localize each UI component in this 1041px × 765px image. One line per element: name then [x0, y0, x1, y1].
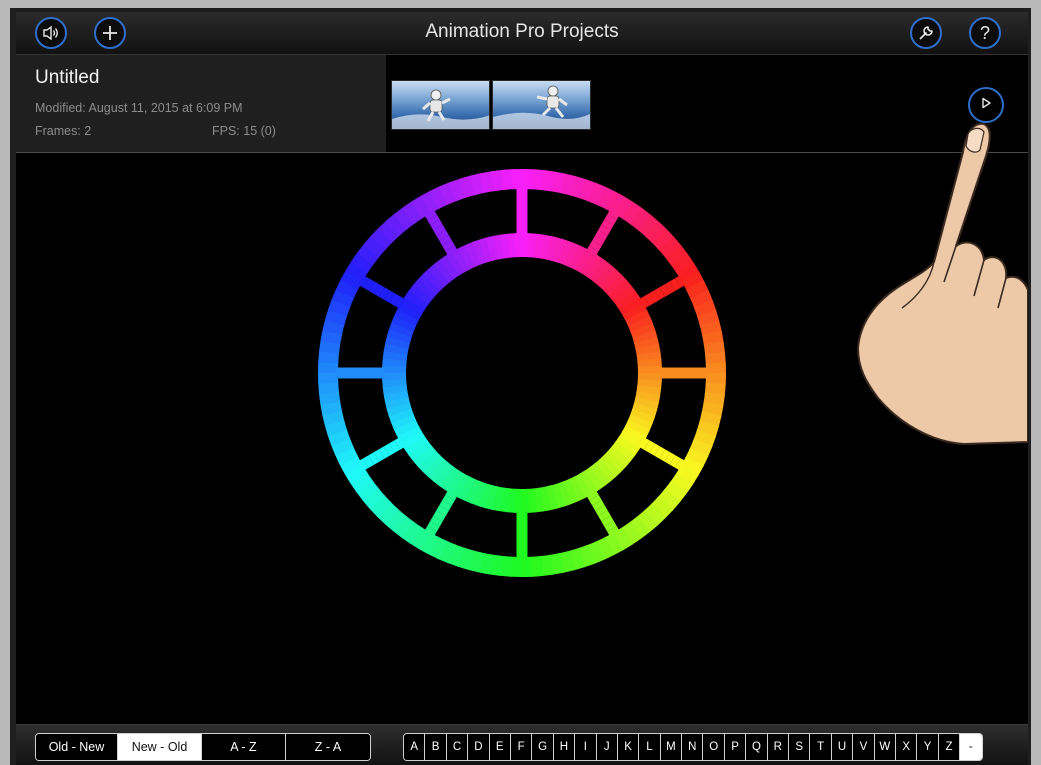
wheel-ring-segment [514, 233, 524, 258]
sort-new-old-button[interactable]: New - Old [118, 734, 202, 760]
sort-segmented-control: Old - New New - Old A - Z Z - A [35, 733, 371, 761]
wheel-spoke [348, 367, 354, 379]
wheel-spoke [516, 547, 528, 553]
wheel-spoke [516, 187, 528, 193]
wheel-spoke [666, 367, 672, 379]
wheel-spoke [516, 511, 528, 517]
alphabet-letter-u[interactable]: U [831, 734, 854, 760]
wheel-spoke [516, 553, 528, 559]
wheel-spoke [516, 193, 528, 199]
project-frame-count: Frames: 2 [35, 124, 92, 138]
alphabet-letter-i[interactable]: I [575, 734, 597, 760]
settings-button[interactable] [910, 17, 942, 49]
alphabet-letter-h[interactable]: H [553, 734, 576, 760]
wheel-spoke [372, 367, 378, 379]
app-screen: Animation Pro Projects ? Untitled Modifi… [16, 12, 1028, 765]
sort-z-a-button[interactable]: Z - A [286, 734, 370, 760]
wheel-spoke [672, 367, 678, 379]
wheel-spoke [516, 541, 528, 547]
alphabet-letter-p[interactable]: P [724, 734, 747, 760]
alphabet-letter-w[interactable]: W [874, 734, 896, 760]
wheel-ring-segment [511, 169, 525, 190]
color-wheel-loading-indicator [316, 167, 728, 584]
alphabet-index: ABCDEFGHIJKLMNOPQRSTUVWXYZ- [403, 733, 983, 761]
frame-thumbnail-2[interactable] [492, 80, 591, 130]
alphabet-letter-k[interactable]: K [617, 734, 640, 760]
alphabet-dash-button[interactable]: - [960, 734, 982, 760]
alphabet-letter-r[interactable]: R [767, 734, 790, 760]
wheel-spoke [378, 367, 384, 379]
alphabet-letter-q[interactable]: Q [746, 734, 768, 760]
wheel-spoke [516, 535, 528, 541]
alphabet-letter-d[interactable]: D [468, 734, 490, 760]
wheel-spoke [360, 367, 366, 379]
alphabet-letter-t[interactable]: T [810, 734, 832, 760]
alphabet-letter-j[interactable]: J [596, 734, 618, 760]
pointing-hand-illustration [856, 112, 1028, 457]
astronaut-figure [536, 85, 568, 118]
project-fps: FPS: 15 (0) [212, 124, 276, 138]
top-bar: Animation Pro Projects ? [16, 12, 1028, 55]
wheel-spoke [516, 223, 528, 229]
alphabet-letter-y[interactable]: Y [917, 734, 939, 760]
wheel-spoke [516, 199, 528, 205]
project-modified-date: Modified: August 11, 2015 at 6:09 PM [35, 101, 243, 115]
alphabet-letter-b[interactable]: B [425, 734, 447, 760]
wheel-spoke [516, 229, 528, 235]
alphabet-letter-g[interactable]: G [532, 734, 554, 760]
alphabet-letter-a[interactable]: A [404, 734, 426, 760]
alphabet-letter-l[interactable]: L [639, 734, 661, 760]
help-button[interactable]: ? [969, 17, 1001, 49]
wheel-spoke [690, 367, 696, 379]
wheel-spoke [516, 211, 528, 217]
alphabet-letter-v[interactable]: V [853, 734, 875, 760]
alphabet-letter-o[interactable]: O [703, 734, 725, 760]
wheel-spoke [660, 367, 666, 379]
alphabet-letter-n[interactable]: N [682, 734, 704, 760]
alphabet-letter-s[interactable]: S [789, 734, 811, 760]
alphabet-letter-z[interactable]: Z [938, 734, 961, 760]
alphabet-letter-m[interactable]: M [660, 734, 683, 760]
wheel-spoke [696, 367, 702, 379]
wheel-spoke [516, 217, 528, 223]
sort-a-z-button[interactable]: A - Z [202, 734, 286, 760]
wheel-spoke [678, 367, 684, 379]
alphabet-letter-e[interactable]: E [489, 734, 511, 760]
wheel-spoke [366, 367, 372, 379]
project-title: Untitled [35, 67, 100, 88]
alphabet-letter-c[interactable]: C [446, 734, 469, 760]
wheel-spoke [342, 367, 348, 379]
question-mark-icon: ? [979, 23, 990, 43]
wrench-icon [917, 24, 935, 42]
wheel-spoke [516, 529, 528, 535]
sort-old-new-button[interactable]: Old - New [36, 734, 118, 760]
wheel-spoke [516, 205, 528, 211]
alphabet-letter-x[interactable]: X [895, 734, 918, 760]
alphabet-letter-f[interactable]: F [510, 734, 533, 760]
wheel-spoke [354, 367, 360, 379]
wheel-spoke [702, 367, 708, 379]
wheel-spoke [516, 517, 528, 523]
project-card[interactable]: Untitled Modified: August 11, 2015 at 6:… [16, 55, 386, 152]
wheel-spoke [516, 523, 528, 529]
wheel-spoke [684, 367, 690, 379]
frame-thumbnail-1[interactable] [391, 80, 490, 130]
bottom-toolbar: Old - New New - Old A - Z Z - A ABCDEFGH… [16, 724, 1028, 765]
app-title: Animation Pro Projects [425, 21, 619, 42]
wheel-spoke [336, 367, 342, 379]
